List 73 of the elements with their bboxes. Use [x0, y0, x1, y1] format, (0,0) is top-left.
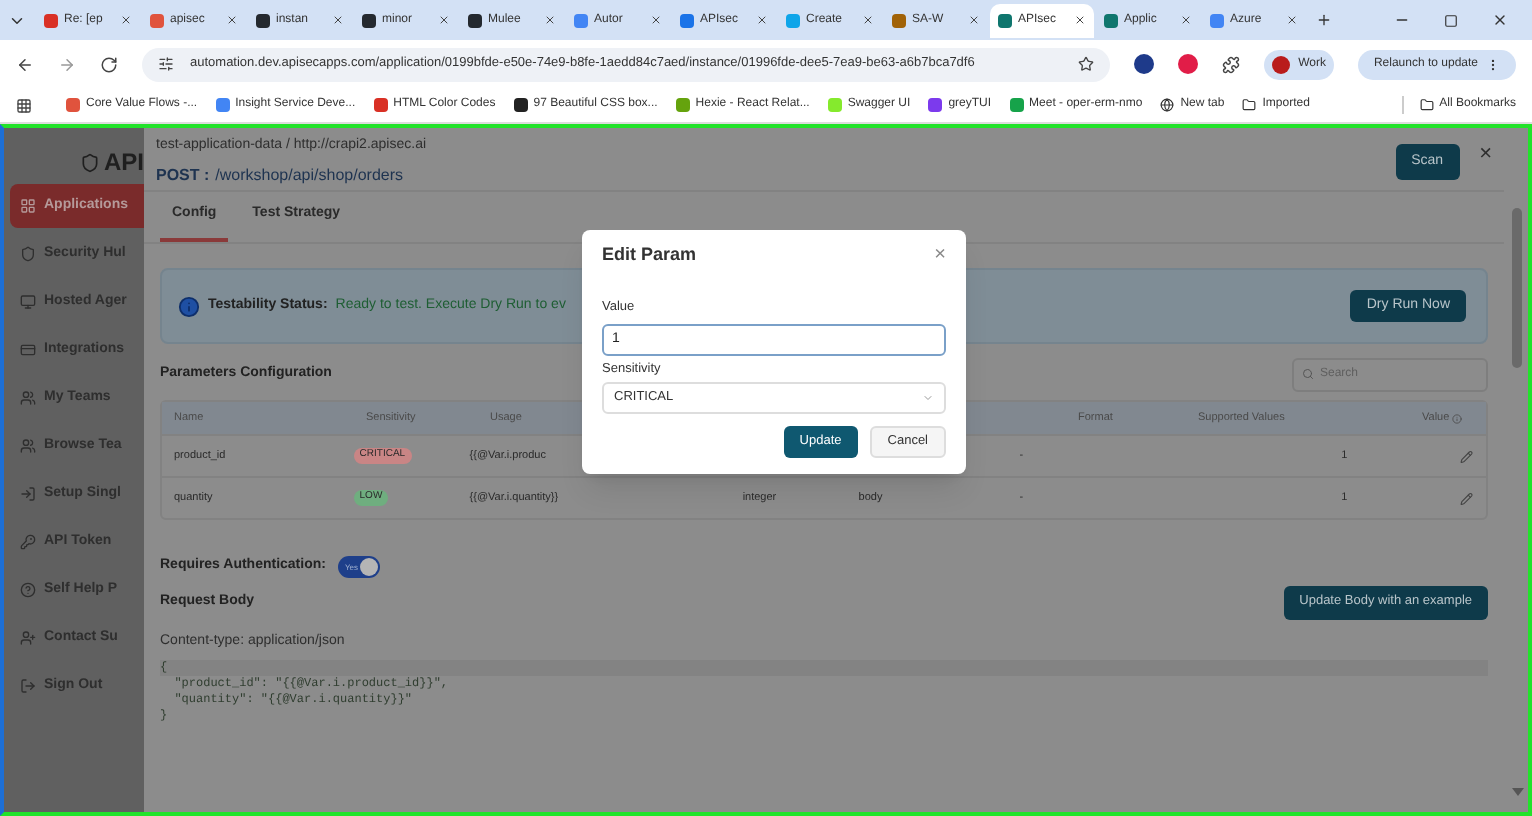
close-icon[interactable]	[120, 14, 132, 26]
bookmark-favicon-icon	[66, 98, 80, 112]
favicon-icon	[574, 13, 588, 27]
search-icon	[1302, 368, 1314, 380]
nav-icon	[20, 342, 36, 358]
menu-icon[interactable]	[1486, 57, 1500, 71]
extension-icon[interactable]	[1178, 54, 1199, 74]
edit-icon[interactable]	[1460, 491, 1474, 505]
close-button[interactable]: ×	[934, 246, 946, 266]
extensions-icon[interactable]	[1222, 55, 1241, 73]
close-icon[interactable]	[756, 14, 768, 26]
bookmark-star-icon[interactable]	[1078, 56, 1095, 72]
nav-icon	[20, 438, 36, 454]
bookmark-favicon-icon	[373, 98, 388, 112]
endpoint-path: /workshop/api/shop/orders	[215, 163, 403, 187]
close-button[interactable]: ×	[1479, 144, 1492, 166]
favicon-icon	[1104, 13, 1118, 27]
bookmark-favicon-icon	[513, 98, 528, 112]
logo-icon	[80, 151, 100, 173]
nav-icon	[20, 534, 36, 550]
close-icon[interactable]	[862, 14, 874, 26]
chevron-icon	[922, 391, 934, 403]
close-icon[interactable]	[1074, 14, 1086, 26]
close-icon[interactable]	[650, 14, 662, 26]
close-icon[interactable]	[332, 14, 344, 26]
site-info-icon[interactable]	[158, 56, 174, 72]
nav-icon	[20, 486, 36, 502]
close-icon[interactable]	[544, 14, 556, 26]
close-icon[interactable]	[968, 14, 980, 26]
bookmark-favicon-icon	[1009, 98, 1024, 112]
logo-text: API	[103, 146, 144, 180]
nav-icon	[20, 678, 36, 694]
nav-icon	[20, 294, 36, 310]
bookmark-favicon-icon	[215, 98, 230, 112]
edit-icon[interactable]	[1460, 449, 1474, 463]
info-icon	[178, 295, 200, 317]
favicon-icon	[892, 13, 906, 27]
extension-icon[interactable]	[1134, 54, 1155, 74]
folder-icon	[1242, 98, 1257, 112]
close-icon[interactable]	[438, 14, 450, 26]
nav-icon	[20, 630, 36, 646]
folder-icon	[1419, 98, 1434, 112]
bookmark-favicon-icon	[675, 98, 690, 112]
favicon-icon	[468, 13, 482, 27]
http-method: POST :	[156, 163, 210, 187]
globe-icon	[1160, 98, 1175, 112]
back-icon[interactable]	[16, 55, 34, 73]
apps-icon[interactable]	[16, 97, 32, 113]
favicon-icon	[786, 13, 800, 27]
favicon-icon	[680, 13, 694, 27]
close-icon[interactable]	[1286, 14, 1298, 26]
close-icon[interactable]	[1180, 14, 1192, 26]
reload-icon[interactable]	[100, 55, 118, 73]
favicon-icon	[256, 13, 270, 27]
maximize-icon[interactable]	[1444, 13, 1458, 27]
favicon-icon	[998, 13, 1012, 27]
favicon-icon	[1210, 13, 1224, 27]
new-tab-icon[interactable]	[1316, 12, 1332, 28]
close-icon[interactable]	[226, 14, 238, 26]
bookmark-favicon-icon	[827, 98, 842, 112]
close-icon[interactable]	[1492, 12, 1508, 28]
favicon-icon	[362, 13, 376, 27]
nav-icon	[20, 198, 36, 214]
bookmark-favicon-icon	[928, 98, 943, 112]
nav-icon	[20, 390, 36, 406]
nav-icon	[20, 246, 36, 262]
dialog-title: Edit Param	[602, 242, 697, 269]
avatar-icon	[1272, 55, 1291, 73]
nav-icon	[20, 582, 36, 598]
favicon-icon	[150, 13, 164, 27]
info-icon	[1451, 413, 1462, 423]
forward-icon[interactable]	[58, 55, 76, 73]
favicon-icon	[44, 13, 58, 27]
